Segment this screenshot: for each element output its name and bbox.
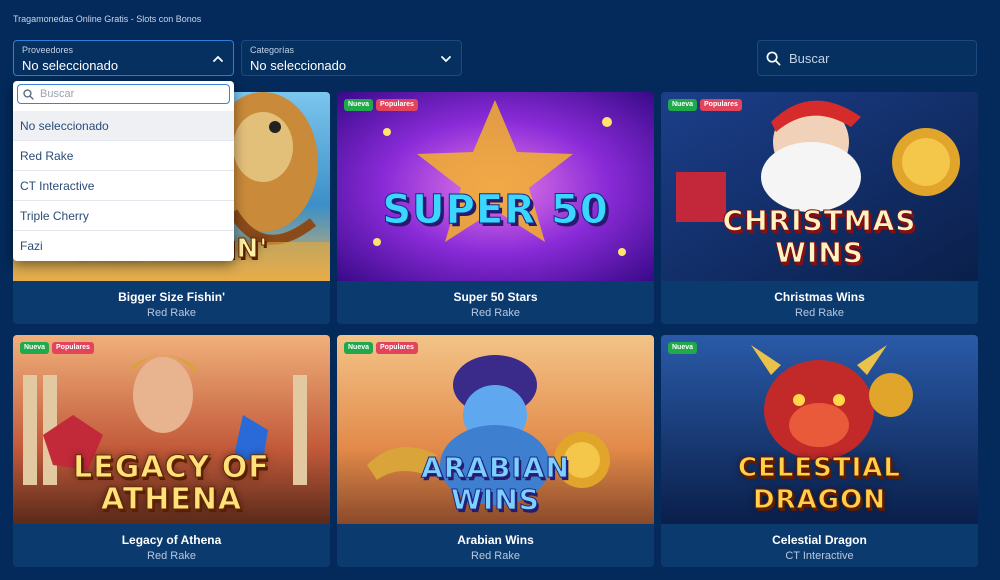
game-name[interactable]: Legacy of Athena	[13, 533, 330, 547]
game-name[interactable]: Celestial Dragon	[661, 533, 978, 547]
game-art-title: SUPER 50	[382, 187, 609, 233]
badge-popular: Populares	[376, 342, 418, 354]
game-provider: CT Interactive	[785, 550, 854, 562]
dropdown-search-box[interactable]	[17, 84, 230, 104]
game-provider: Red Rake	[471, 307, 520, 319]
game-card-christmas-wins[interactable]: Nueva Populares CHRISTMAS WINS Christmas…	[661, 92, 978, 324]
badges: Nueva Populares	[668, 99, 742, 111]
dropdown-option-ct-interactive[interactable]: CT Interactive	[13, 171, 234, 201]
game-thumbnail[interactable]: Nueva Populares ARABIAN WINS	[337, 335, 654, 524]
game-thumbnail[interactable]: Nueva Populares LEGACY OF ATHENA	[13, 335, 330, 524]
providers-label: Proveedores	[22, 45, 74, 55]
game-art-title: CHRISTMAS WINS	[722, 204, 917, 269]
badge-new: Nueva	[344, 342, 374, 354]
categories-value: No seleccionado	[250, 58, 347, 73]
game-art-title: ARABIAN WINS	[421, 451, 570, 516]
dropdown-option-fazi[interactable]: Fazi	[13, 231, 234, 261]
search-input[interactable]	[787, 49, 971, 67]
page-title: Tragamonedas Online Gratis - Slots con B…	[13, 14, 202, 24]
game-thumbnail[interactable]: Nueva Populares CHRISTMAS WINS	[661, 92, 978, 281]
dropdown-option-triple-cherry[interactable]: Triple Cherry	[13, 201, 234, 231]
badge-new: Nueva	[668, 342, 698, 354]
categories-label: Categorías	[250, 45, 295, 55]
game-name[interactable]: Arabian Wins	[337, 533, 654, 547]
badge-new: Nueva	[668, 99, 698, 111]
badge-new: Nueva	[344, 99, 374, 111]
chevron-down-icon	[441, 56, 451, 63]
badges: Nueva Populares	[20, 342, 94, 354]
game-provider: Red Rake	[147, 307, 196, 319]
game-thumbnail[interactable]: Nueva CELESTIAL DRAGON	[661, 335, 978, 524]
dropdown-options: No seleccionado Red Rake CT Interactive …	[13, 111, 234, 261]
badges: Nueva Populares	[344, 342, 418, 354]
badges: Nueva	[668, 342, 698, 354]
badge-popular: Populares	[52, 342, 94, 354]
providers-select[interactable]: Proveedores No seleccionado	[13, 40, 234, 76]
badge-popular: Populares	[376, 99, 418, 111]
game-name[interactable]: Bigger Size Fishin'	[13, 290, 330, 304]
dropdown-option-red-rake[interactable]: Red Rake	[13, 141, 234, 171]
badges: Nueva Populares	[344, 99, 418, 111]
game-provider: Red Rake	[471, 550, 520, 562]
search-icon	[766, 51, 781, 65]
dropdown-option-no-seleccionado[interactable]: No seleccionado	[13, 111, 234, 141]
game-provider: Red Rake	[795, 307, 844, 319]
providers-value: No seleccionado	[22, 58, 119, 73]
game-thumbnail[interactable]: Nueva Populares SUPER 50	[337, 92, 654, 281]
game-art-title: LEGACY OF ATHENA	[73, 450, 270, 517]
game-card-celestial-dragon[interactable]: Nueva CELESTIAL DRAGON Celestial Dragon …	[661, 335, 978, 567]
badge-new: Nueva	[20, 342, 50, 354]
game-art-title: CELESTIAL DRAGON	[738, 453, 901, 516]
game-provider: Red Rake	[147, 550, 196, 562]
game-name[interactable]: Christmas Wins	[661, 290, 978, 304]
categories-select[interactable]: Categorías No seleccionado	[241, 40, 462, 76]
game-card-super-50-stars[interactable]: Nueva Populares SUPER 50 Super 50 Stars …	[337, 92, 654, 324]
badge-popular: Populares	[700, 99, 742, 111]
chevron-up-icon	[213, 55, 223, 62]
dropdown-search-input[interactable]	[38, 87, 222, 101]
game-card-arabian-wins[interactable]: Nueva Populares ARABIAN WINS Arabian Win…	[337, 335, 654, 567]
search-box[interactable]	[757, 40, 977, 76]
game-card-legacy-of-athena[interactable]: Nueva Populares LEGACY OF ATHENA Legacy …	[13, 335, 330, 567]
providers-dropdown: No seleccionado Red Rake CT Interactive …	[13, 81, 234, 261]
game-name[interactable]: Super 50 Stars	[337, 290, 654, 304]
search-icon	[23, 88, 34, 100]
